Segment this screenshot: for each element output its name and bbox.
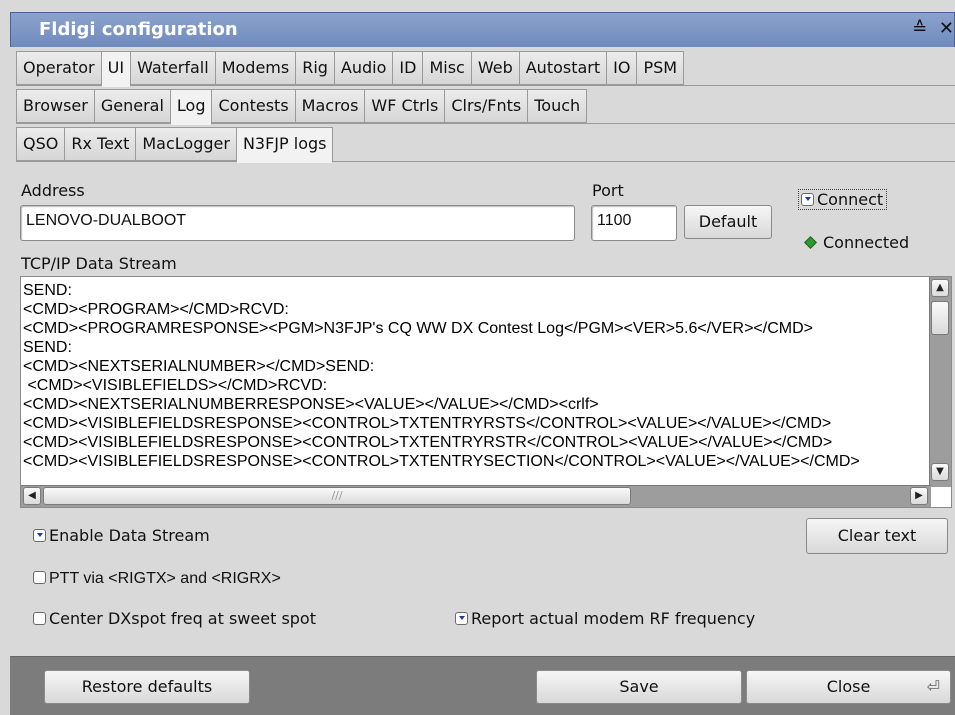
tab-operator[interactable]: Operator — [16, 51, 102, 85]
tab-io[interactable]: IO — [607, 51, 638, 85]
tab-clrs-fnts[interactable]: Clrs/Fnts — [445, 89, 529, 123]
tab-web[interactable]: Web — [471, 51, 520, 85]
vertical-scrollbar[interactable]: ▲ ▼ — [929, 277, 951, 487]
enable-data-stream-checkbox[interactable]: Enable Data Stream — [33, 526, 210, 545]
tab-rig[interactable]: Rig — [296, 51, 335, 85]
port-input[interactable]: 1100 — [591, 205, 677, 241]
clear-text-button[interactable]: Clear text — [806, 518, 948, 554]
stream-text: SEND: <CMD><PROGRAM></CMD>RCVD: <CMD><PR… — [23, 282, 860, 470]
tab-qso[interactable]: QSO — [16, 127, 66, 161]
scroll-left-icon[interactable]: ◀ — [23, 487, 41, 505]
tab-autostart[interactable]: Autostart — [519, 51, 608, 85]
window-title: Fldigi configuration — [39, 19, 238, 40]
save-button[interactable]: Save — [536, 670, 742, 704]
tab-misc[interactable]: Misc — [423, 51, 472, 85]
center-dxspot-checkbox[interactable]: Center DXspot freq at sweet spot — [33, 609, 316, 628]
report-rf-label: Report actual modem RF frequency — [471, 609, 756, 628]
tab-ui[interactable]: UI — [101, 51, 132, 87]
tab-contests[interactable]: Contests — [212, 89, 296, 123]
tab-id[interactable]: ID — [393, 51, 424, 85]
connect-label: Connect — [817, 190, 884, 209]
ptt-checkbox[interactable]: PTT via <RIGTX> and <RIGRX> — [33, 570, 281, 588]
default-button[interactable]: Default — [684, 205, 772, 239]
connect-check-icon[interactable] — [801, 193, 814, 206]
report-rf-checkbox[interactable]: Report actual modem RF frequency — [455, 609, 755, 628]
tab-wf-ctrls[interactable]: WF Ctrls — [365, 89, 446, 123]
tab-browser[interactable]: Browser — [16, 89, 95, 123]
scroll-up-icon[interactable]: ▲ — [931, 279, 949, 297]
vertical-scroll-thumb[interactable] — [931, 301, 949, 335]
tab-modems[interactable]: Modems — [215, 51, 297, 85]
address-label: Address — [21, 181, 85, 200]
ptt-label: PTT via <RIGTX> and <RIGRX> — [49, 570, 281, 587]
enable-data-stream-label: Enable Data Stream — [49, 526, 210, 545]
enter-icon: ⏎ — [926, 677, 940, 696]
tab-log[interactable]: Log — [170, 89, 213, 125]
connect-checkbox[interactable]: Connect — [798, 189, 888, 210]
tab-maclogger[interactable]: MacLogger — [136, 127, 237, 161]
tab-psm[interactable]: PSM — [637, 51, 685, 85]
tab-touch[interactable]: Touch — [528, 89, 588, 123]
status-diamond-icon — [804, 236, 817, 249]
tab-general[interactable]: General — [94, 89, 171, 123]
tab-bar-ui: Browser General Log Contests Macros WF Ctrls C… — [16, 89, 588, 125]
address-input[interactable]: LENOVO-DUALBOOT — [20, 205, 575, 241]
close-icon[interactable]: ✕ — [939, 18, 954, 39]
tab-bar-log: QSO Rx Text MacLogger N3FJP logs — [16, 127, 334, 163]
horizontal-scroll-thumb[interactable]: /// — [43, 487, 631, 505]
tab-audio[interactable]: Audio — [334, 51, 394, 85]
title-bar: Fldigi configuration ≙ ✕ — [10, 12, 955, 47]
center-dxspot-label: Center DXspot freq at sweet spot — [49, 609, 316, 628]
tab-bar-main: Operator UI Waterfall Modems Rig Audio ID Misc W… — [16, 51, 685, 87]
restore-defaults-button[interactable]: Restore defaults — [44, 670, 250, 704]
port-label: Port — [592, 181, 624, 200]
horizontal-scrollbar[interactable]: ◀ /// ▶ — [21, 485, 931, 507]
tab-n3fjp-logs[interactable]: N3FJP logs — [236, 127, 334, 163]
scroll-down-icon[interactable]: ▼ — [931, 463, 949, 481]
data-stream-textarea[interactable]: SEND: <CMD><PROGRAM></CMD>RCVD: <CMD><PR… — [20, 276, 952, 508]
shade-icon[interactable]: ≙ — [912, 18, 927, 39]
tab-waterfall[interactable]: Waterfall — [131, 51, 216, 85]
connection-status: Connected — [804, 233, 910, 252]
close-button-label: Close — [826, 677, 871, 696]
tab-macros[interactable]: Macros — [295, 89, 366, 123]
scroll-right-icon[interactable]: ▶ — [910, 487, 928, 505]
stream-label: TCP/IP Data Stream — [21, 254, 177, 273]
connected-label: Connected — [823, 233, 910, 252]
tab-rx-text[interactable]: Rx Text — [65, 127, 137, 161]
close-button[interactable]: Close ⏎ — [746, 670, 951, 704]
